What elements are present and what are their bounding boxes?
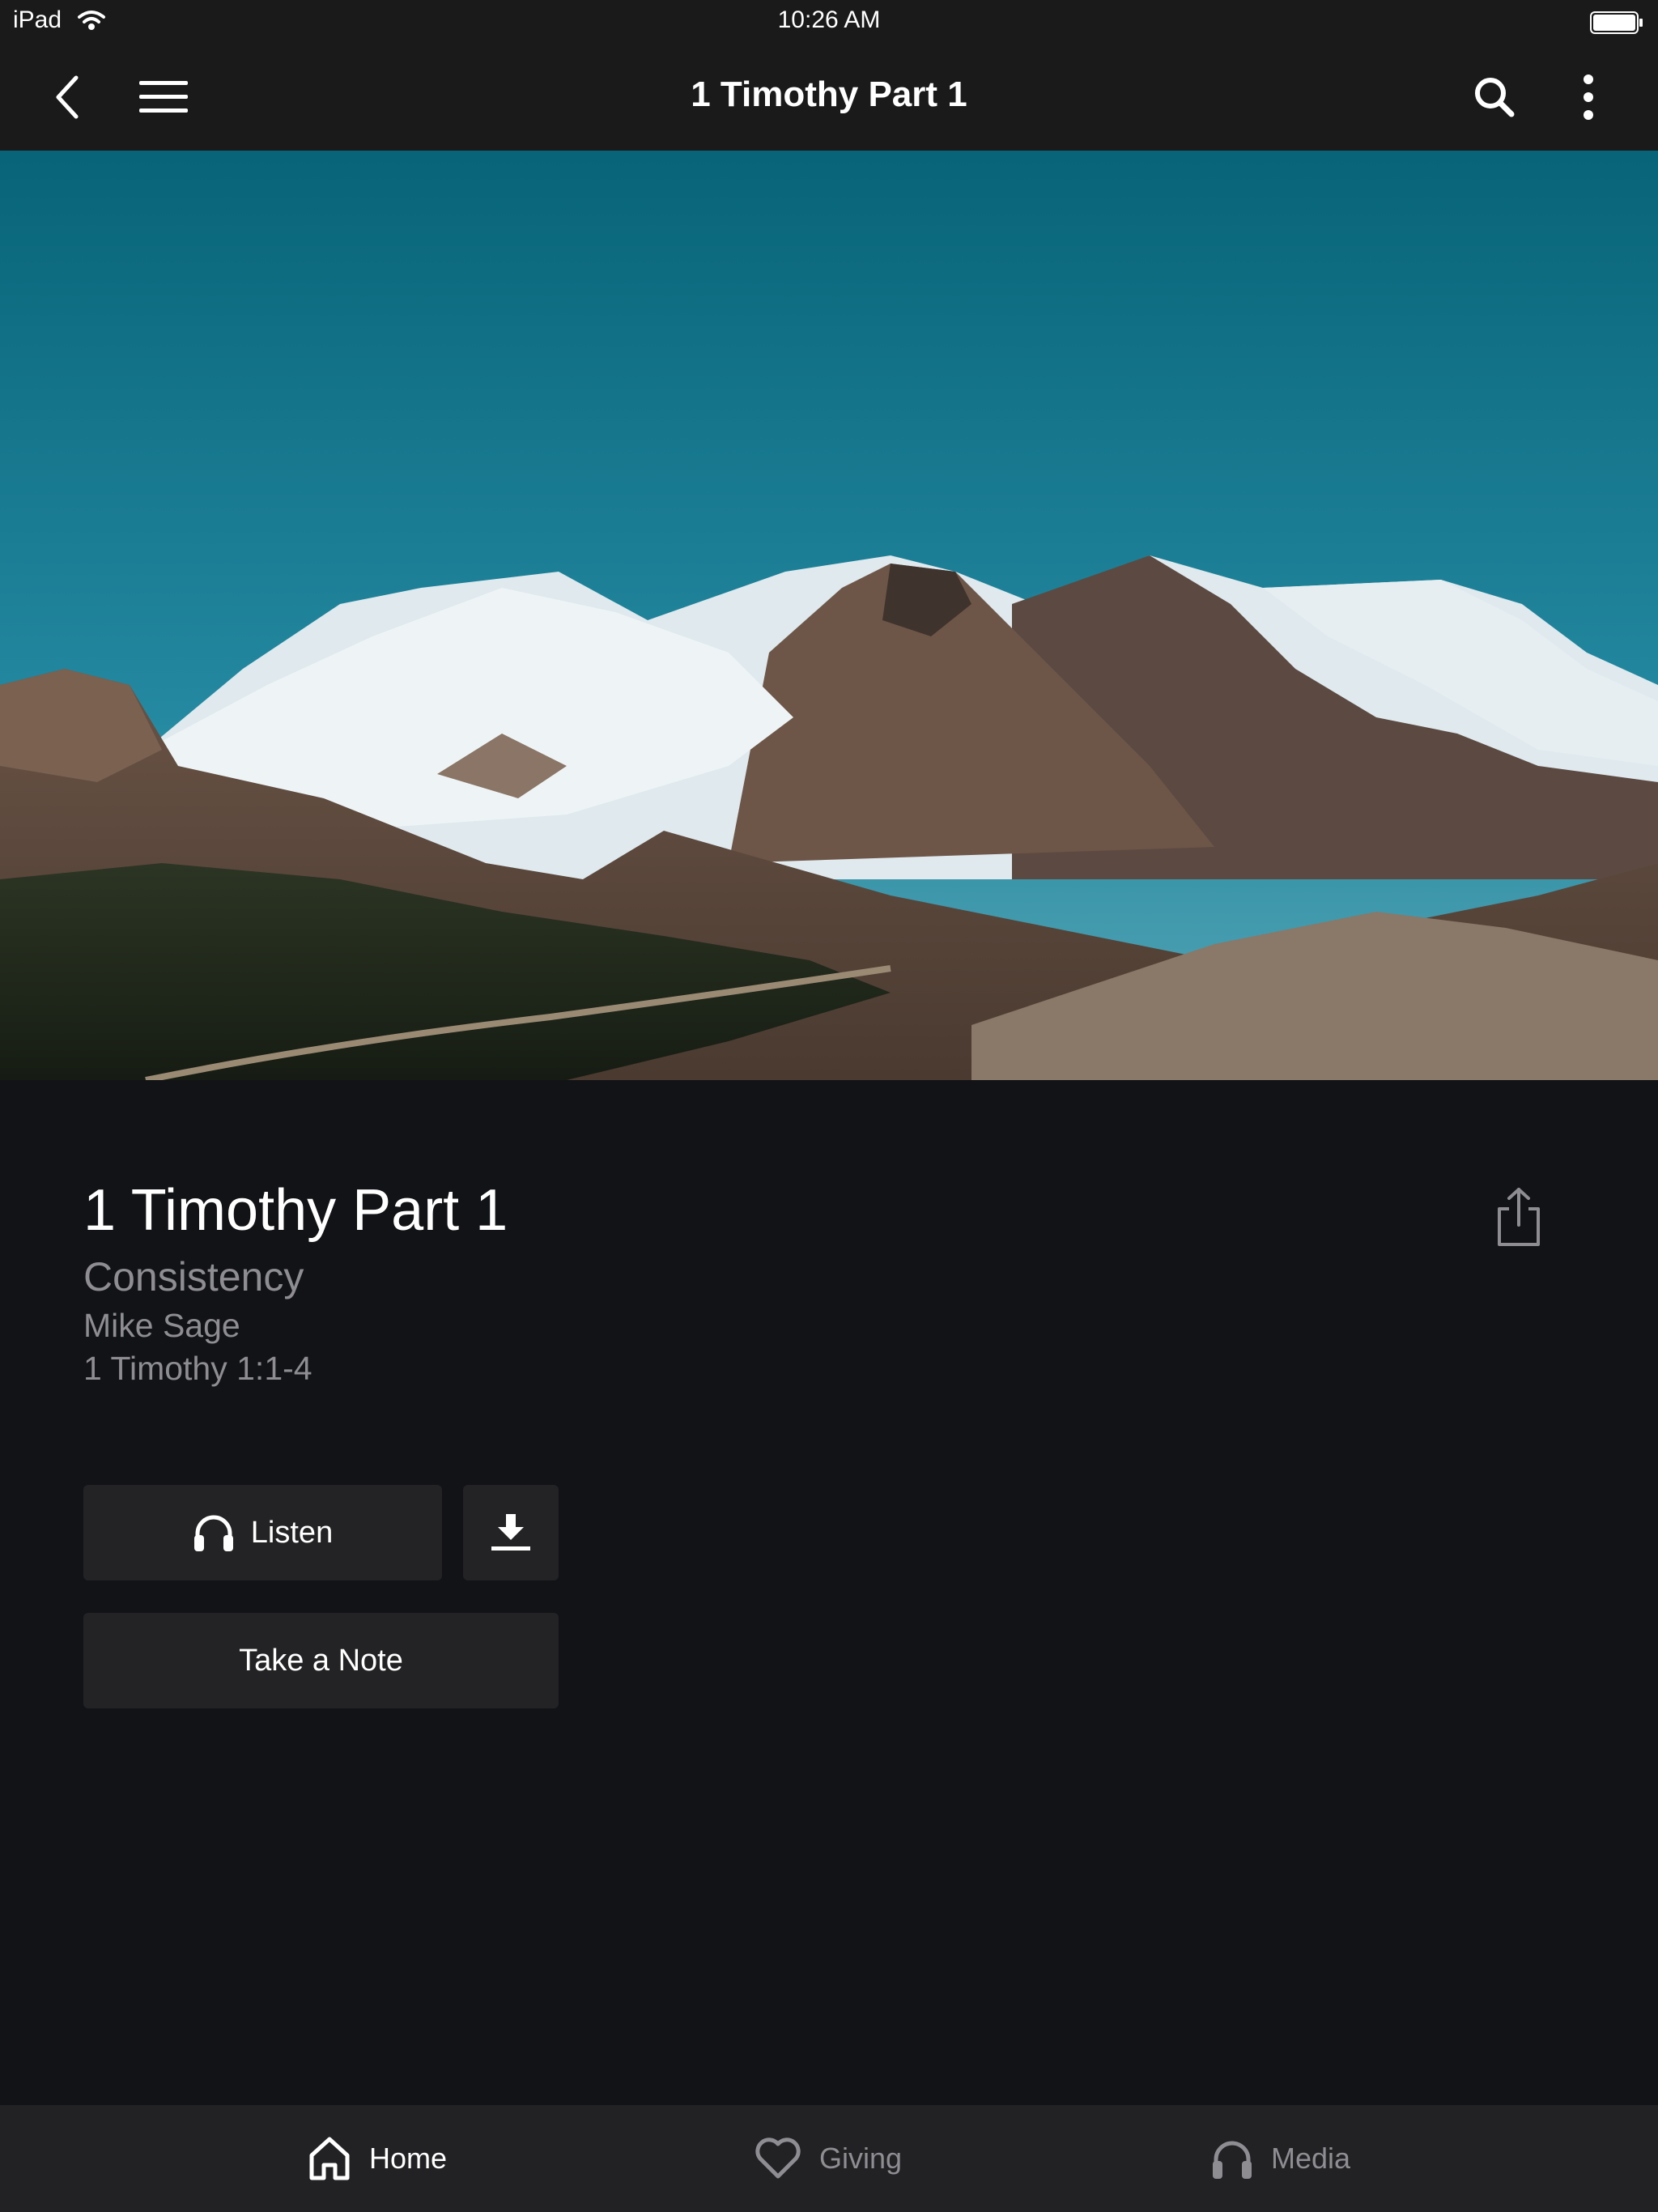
take-note-label: Take a Note [239,1643,403,1678]
more-vertical-icon [1584,74,1593,120]
more-options-button[interactable] [1562,68,1614,126]
scripture-reference: 1 Timothy 1:1-4 [83,1350,312,1387]
page-title: 1 Timothy Part 1 [691,74,967,114]
sermon-hero-image [0,151,1658,1080]
navigation-bar: 1 Timothy Part 1 [0,45,1658,151]
share-icon [1498,1188,1540,1246]
tab-bar: Home Giving Media [0,2105,1658,2212]
home-icon [309,2137,350,2180]
series-name: Consistency [83,1254,304,1300]
speaker-name: Mike Sage [83,1307,240,1344]
take-note-button[interactable]: Take a Note [83,1613,559,1708]
tab-media[interactable]: Media [1211,2105,1350,2212]
listen-button[interactable]: Listen [83,1485,442,1580]
sermon-title: 1 Timothy Part 1 [83,1178,508,1243]
search-icon [1475,78,1515,117]
heart-icon [755,2138,801,2179]
download-button[interactable] [463,1485,559,1580]
headphones-icon [1213,2141,1252,2179]
tab-home-label: Home [369,2142,448,2175]
search-button[interactable] [1464,68,1525,126]
headphones-icon [193,1515,233,1551]
share-button[interactable] [1490,1182,1548,1252]
tab-giving[interactable]: Giving [755,2105,902,2212]
battery-icon [1590,11,1643,40]
tab-media-label: Media [1271,2142,1351,2175]
listen-label: Listen [250,1515,334,1550]
status-time: 10:26 AM [777,6,881,33]
tab-giving-label: Giving [819,2142,903,2175]
tab-home[interactable]: Home [308,2105,447,2212]
status-bar: iPad 10:26 AM [0,0,1658,45]
download-icon [491,1514,530,1551]
